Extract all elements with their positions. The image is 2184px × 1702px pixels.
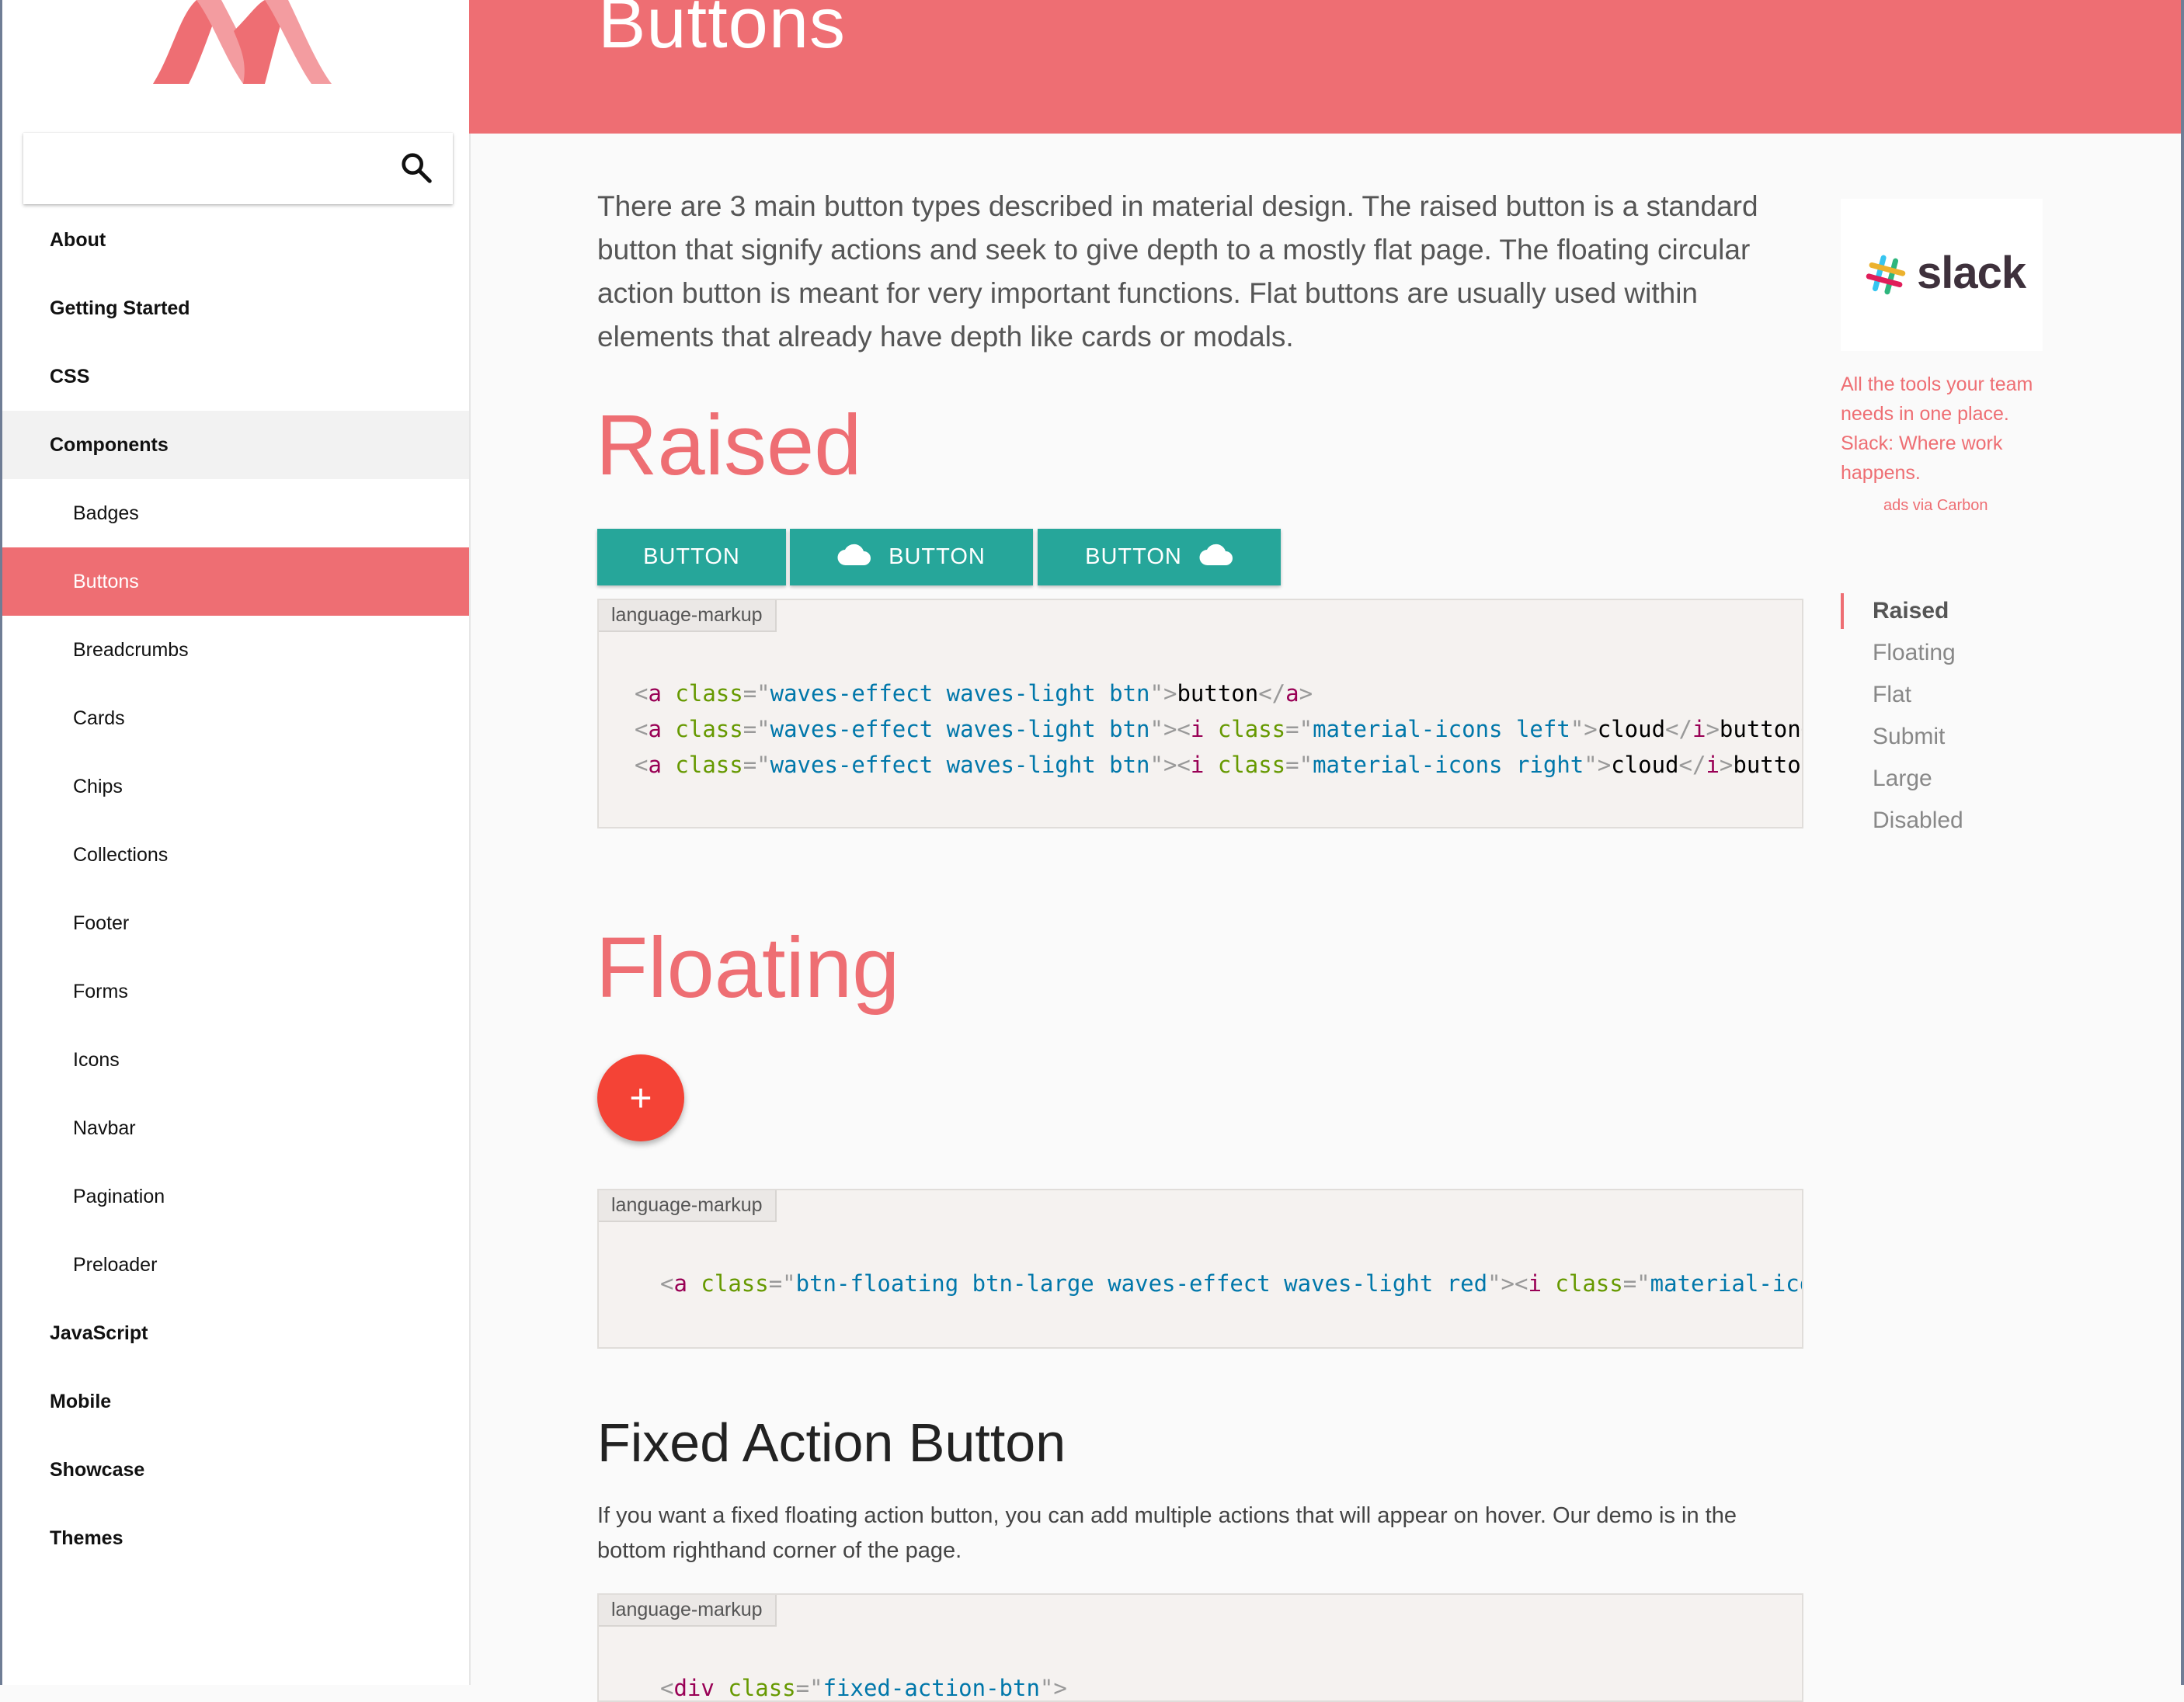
toc-item-label: Floating bbox=[1873, 640, 1956, 665]
ad-banner[interactable]: slack bbox=[1841, 199, 2043, 351]
code-block-fixed-action: language-markup <div class="fixed-action… bbox=[597, 1593, 1803, 1702]
nav-item-label: Forms bbox=[73, 980, 128, 1002]
search-input[interactable] bbox=[39, 148, 384, 189]
button-label: BUTTON bbox=[889, 544, 986, 569]
nav-item-collections[interactable]: Collections bbox=[2, 821, 469, 889]
toc-item-submit[interactable]: Submit bbox=[1841, 716, 1963, 758]
nav-item-mobile[interactable]: Mobile bbox=[2, 1367, 469, 1436]
page-header: Buttons bbox=[469, 0, 2181, 134]
code-block-raised: language-markup <a class="waves-effect w… bbox=[597, 599, 1803, 828]
code-content: <a class="waves-effect waves-light btn">… bbox=[635, 680, 1802, 778]
toc-item-label: Raised bbox=[1873, 598, 1949, 623]
button-label: BUTTON bbox=[1085, 544, 1182, 569]
add-icon: + bbox=[629, 1076, 652, 1120]
code-language-label: language-markup bbox=[599, 1595, 777, 1627]
nav-item-showcase[interactable]: Showcase bbox=[2, 1436, 469, 1504]
sidebar: About Getting Started CSS Components Bad… bbox=[2, 0, 471, 1685]
nav-item-label: Buttons bbox=[73, 570, 139, 592]
nav-item-label: Pagination bbox=[73, 1185, 165, 1207]
nav-item-label: Icons bbox=[73, 1048, 120, 1071]
search-icon[interactable] bbox=[398, 150, 434, 186]
nav-item-label: Preloader bbox=[73, 1253, 158, 1276]
section-heading-raised: Raised bbox=[596, 398, 862, 493]
toc-item-flat[interactable]: Flat bbox=[1841, 674, 1963, 716]
search-box[interactable] bbox=[23, 133, 453, 204]
floating-action-button[interactable]: + bbox=[597, 1054, 684, 1141]
toc-item-raised[interactable]: Raised bbox=[1841, 590, 1963, 632]
nav-item-pagination[interactable]: Pagination bbox=[2, 1162, 469, 1231]
nav-item-label: Components bbox=[50, 433, 169, 456]
toc-item-label: Large bbox=[1873, 766, 1932, 791]
section-heading-floating: Floating bbox=[596, 920, 900, 1016]
nav-item-footer[interactable]: Footer bbox=[2, 889, 469, 957]
intro-paragraph: There are 3 main button types described … bbox=[597, 190, 1758, 353]
nav-item-css[interactable]: CSS bbox=[2, 342, 469, 411]
code-content: <a class="btn-floating btn-large waves-e… bbox=[660, 1270, 1802, 1297]
nav-item-getting-started[interactable]: Getting Started bbox=[2, 274, 469, 342]
materialize-logo[interactable] bbox=[148, 0, 335, 84]
nav-item-about[interactable]: About bbox=[2, 206, 469, 274]
raised-button-icon-right[interactable]: BUTTON bbox=[1038, 529, 1281, 585]
ad-brand: slack bbox=[1917, 248, 2026, 298]
toc-item-large[interactable]: Large bbox=[1841, 758, 1963, 800]
window-edge-right bbox=[2181, 0, 2184, 1685]
toc-item-label: Flat bbox=[1873, 682, 1912, 707]
nav-item-buttons[interactable]: Buttons bbox=[2, 547, 469, 616]
nav-item-preloader[interactable]: Preloader bbox=[2, 1231, 469, 1299]
code-block-floating: language-markup <a class="btn-floating b… bbox=[597, 1189, 1803, 1349]
nav-item-label: Mobile bbox=[50, 1390, 112, 1412]
section-heading-fixed-action-button: Fixed Action Button bbox=[597, 1412, 1066, 1473]
nav-item-breadcrumbs[interactable]: Breadcrumbs bbox=[2, 616, 469, 684]
raised-button[interactable]: BUTTON bbox=[597, 529, 786, 585]
nav-item-label: Collections bbox=[73, 843, 169, 866]
nav-item-components[interactable]: Components bbox=[2, 411, 469, 479]
cloud-icon bbox=[1199, 543, 1233, 572]
nav-item-label: Chips bbox=[73, 775, 123, 797]
code-language-label: language-markup bbox=[599, 600, 777, 632]
code-language-label: language-markup bbox=[599, 1190, 777, 1222]
side-nav: About Getting Started CSS Components Bad… bbox=[2, 206, 469, 1572]
ad-via-link[interactable]: ads via Carbon bbox=[1883, 497, 1988, 515]
toc-item-disabled[interactable]: Disabled bbox=[1841, 800, 1963, 842]
nav-item-navbar[interactable]: Navbar bbox=[2, 1094, 469, 1162]
nav-item-label: Breadcrumbs bbox=[73, 638, 189, 661]
nav-item-cards[interactable]: Cards bbox=[2, 684, 469, 752]
nav-item-javascript[interactable]: JavaScript bbox=[2, 1299, 469, 1367]
table-of-contents: Raised Floating Flat Submit Large Disabl… bbox=[1841, 590, 1963, 842]
page-title: Buttons bbox=[598, 0, 846, 63]
nav-item-label: Themes bbox=[50, 1527, 123, 1549]
nav-item-label: CSS bbox=[50, 365, 90, 387]
nav-item-chips[interactable]: Chips bbox=[2, 752, 469, 821]
nav-item-icons[interactable]: Icons bbox=[2, 1026, 469, 1094]
nav-item-label: Footer bbox=[73, 912, 130, 934]
nav-item-label: Showcase bbox=[50, 1458, 145, 1481]
slack-logo-icon bbox=[1864, 253, 1908, 300]
nav-item-label: JavaScript bbox=[50, 1322, 148, 1344]
fixed-action-description: If you want a fixed floating action butt… bbox=[597, 1503, 1737, 1563]
ad-text[interactable]: All the tools your team needs in one pla… bbox=[1841, 370, 2066, 488]
nav-item-label: Badges bbox=[73, 502, 139, 524]
nav-item-label: About bbox=[50, 228, 106, 251]
toc-item-label: Submit bbox=[1873, 724, 1946, 749]
nav-item-themes[interactable]: Themes bbox=[2, 1504, 469, 1572]
nav-item-label: Navbar bbox=[73, 1117, 136, 1139]
toc-item-label: Disabled bbox=[1873, 808, 1963, 833]
code-content: <div class="fixed-action-btn"> bbox=[660, 1675, 1067, 1701]
button-label: BUTTON bbox=[643, 544, 740, 569]
raised-button-icon-left[interactable]: BUTTON bbox=[790, 529, 1033, 585]
nav-item-badges[interactable]: Badges bbox=[2, 479, 469, 547]
nav-item-label: Cards bbox=[73, 707, 125, 729]
nav-item-forms[interactable]: Forms bbox=[2, 957, 469, 1026]
nav-item-label: Getting Started bbox=[50, 297, 190, 319]
toc-item-floating[interactable]: Floating bbox=[1841, 632, 1963, 674]
cloud-icon bbox=[837, 543, 871, 572]
